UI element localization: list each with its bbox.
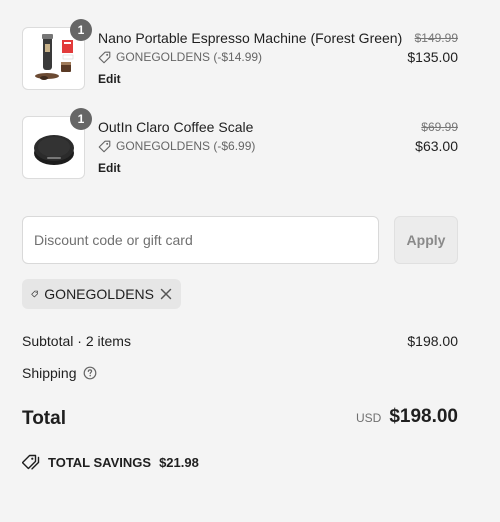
item-discount: GONEGOLDENS (-$14.99): [98, 50, 262, 64]
line-item: 1 Nano Portable Espresso Machine (Forest…: [22, 19, 462, 91]
savings-label: TOTAL SAVINGS: [48, 454, 152, 470]
quantity-badge: 1: [70, 19, 92, 41]
original-price: $69.99: [421, 120, 458, 134]
total-amount: USD $198.00: [356, 406, 458, 428]
tag-icon: [31, 290, 38, 298]
tags-icon: [22, 454, 40, 470]
tag-icon: [98, 140, 111, 152]
close-icon: [160, 288, 172, 300]
total-row: Total USD $198.00: [22, 406, 458, 432]
product-name: Nano Portable Espresso Machine (Forest G…: [98, 30, 403, 46]
currency-code: USD: [355, 411, 382, 425]
subtotal-label: Subtotal · 2 items: [22, 333, 131, 349]
total-value: $198.00: [389, 406, 458, 427]
applied-discount-chip: GONEGOLDENS: [22, 279, 181, 309]
total-label: Total: [22, 408, 66, 429]
line-item: 1 OutIn Claro Coffee Scale GONEGOLDENS (…: [22, 108, 462, 180]
savings-value: $21.98: [159, 454, 199, 470]
item-discount-label: GONEGOLDENS (-$14.99): [116, 50, 263, 64]
apply-button[interactable]: Apply: [394, 216, 458, 264]
original-price: $149.99: [414, 31, 458, 45]
tag-icon: [98, 51, 111, 63]
edit-link[interactable]: Edit: [98, 161, 121, 175]
applied-code-label: GONEGOLDENS: [44, 286, 154, 302]
product-name: OutIn Claro Coffee Scale: [98, 119, 254, 135]
item-price: $135.00: [407, 49, 458, 65]
item-discount: GONEGOLDENS (-$6.99): [98, 139, 255, 153]
remove-code-button[interactable]: [160, 287, 172, 301]
discount-code-input[interactable]: [22, 216, 379, 264]
subtotal-value: $198.00: [407, 333, 458, 349]
edit-link[interactable]: Edit: [98, 72, 121, 86]
subtotal-row: Subtotal · 2 items $198.00: [22, 333, 458, 349]
item-discount-label: GONEGOLDENS (-$6.99): [116, 139, 256, 153]
help-icon[interactable]: [83, 366, 97, 380]
shipping-label: Shipping: [22, 365, 77, 381]
shipping-row: Shipping: [22, 365, 458, 381]
quantity-badge: 1: [70, 108, 92, 130]
item-price: $63.00: [415, 138, 458, 154]
total-savings-row: TOTAL SAVINGS $21.98: [22, 454, 458, 470]
